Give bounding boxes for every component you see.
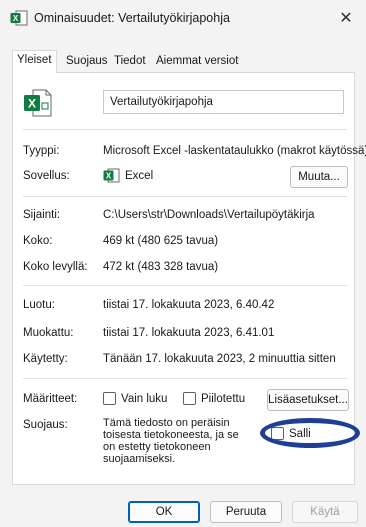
created-label: Luotu:: [23, 299, 55, 311]
modified-label: Muokattu:: [23, 327, 74, 339]
advanced-button[interactable]: Lisäasetukset...: [267, 389, 349, 411]
separator: [23, 285, 347, 286]
excel-document-icon: X: [24, 89, 52, 117]
security-label: Suojaus:: [23, 419, 68, 431]
svg-text:X: X: [28, 97, 36, 111]
svg-text:X: X: [13, 14, 19, 23]
apply-button[interactable]: Käytä: [292, 501, 358, 523]
size-value: 469 kt (480 625 tavua): [103, 235, 219, 247]
separator: [23, 129, 347, 130]
size-on-disk-label: Koko levyllä:: [23, 261, 88, 273]
close-icon: ✕: [339, 10, 353, 27]
size-on-disk-value: 472 kt (483 328 tavua): [103, 261, 219, 273]
type-value: Microsoft Excel -laskentataulukko (makro…: [103, 145, 366, 157]
ok-button[interactable]: OK: [128, 501, 200, 523]
readonly-checkbox-box[interactable]: [103, 392, 116, 405]
window-title: Ominaisuudet: Vertailutyökirjapohja: [34, 11, 230, 25]
location-value: C:\Users\str\Downloads\Vertailupöytäkirj…: [103, 209, 315, 221]
cancel-button[interactable]: Peruuta: [210, 501, 282, 523]
app-label: Sovellus:: [23, 170, 70, 182]
app-value: Excel: [125, 170, 154, 182]
change-app-button[interactable]: Muuta...: [290, 166, 348, 188]
highlight-oval: [260, 418, 360, 448]
modified-value: tiistai 17. lokakuuta 2023, 6.41.01: [103, 327, 275, 339]
accessed-label: Käytetty:: [23, 353, 68, 365]
hidden-checkbox[interactable]: Piilotettu: [183, 392, 245, 405]
hidden-label: Piilotettu: [201, 392, 246, 405]
tab-details[interactable]: Tiedot: [110, 52, 150, 72]
svg-text:X: X: [106, 172, 112, 181]
file-name-input[interactable]: Vertailutyökirjapohja: [103, 90, 344, 114]
separator: [23, 196, 347, 197]
security-warning-text: Tämä tiedosto on peräisin toisesta tieto…: [103, 417, 239, 465]
hidden-checkbox-box[interactable]: [183, 392, 196, 405]
separator: [23, 378, 347, 379]
tab-bar: Yleiset Suojaus Tiedot Aiemmat versiot: [12, 50, 354, 73]
tab-general[interactable]: Yleiset: [12, 50, 57, 73]
type-label: Tyyppi:: [23, 145, 60, 157]
close-button[interactable]: ✕: [326, 0, 366, 36]
location-label: Sijainti:: [23, 209, 61, 221]
title-bar: X Ominaisuudet: Vertailutyökirjapohja ✕: [0, 0, 366, 36]
general-tab-panel: X Vertailutyökirjapohja Tyyppi: Microsof…: [12, 72, 366, 485]
size-label: Koko:: [23, 235, 53, 247]
excel-file-icon: X: [10, 10, 28, 26]
readonly-label: Vain luku: [121, 392, 168, 405]
attributes-label: Määritteet:: [23, 393, 78, 405]
created-value: tiistai 17. lokakuuta 2023, 6.40.42: [103, 299, 275, 311]
tab-security[interactable]: Suojaus: [62, 52, 112, 72]
accessed-value: Tänään 17. lokakuuta 2023, 2 minuuttia s…: [103, 353, 336, 365]
readonly-checkbox[interactable]: Vain luku: [103, 392, 167, 405]
excel-app-icon: X: [103, 168, 120, 183]
tab-previous-versions[interactable]: Aiemmat versiot: [152, 52, 242, 72]
